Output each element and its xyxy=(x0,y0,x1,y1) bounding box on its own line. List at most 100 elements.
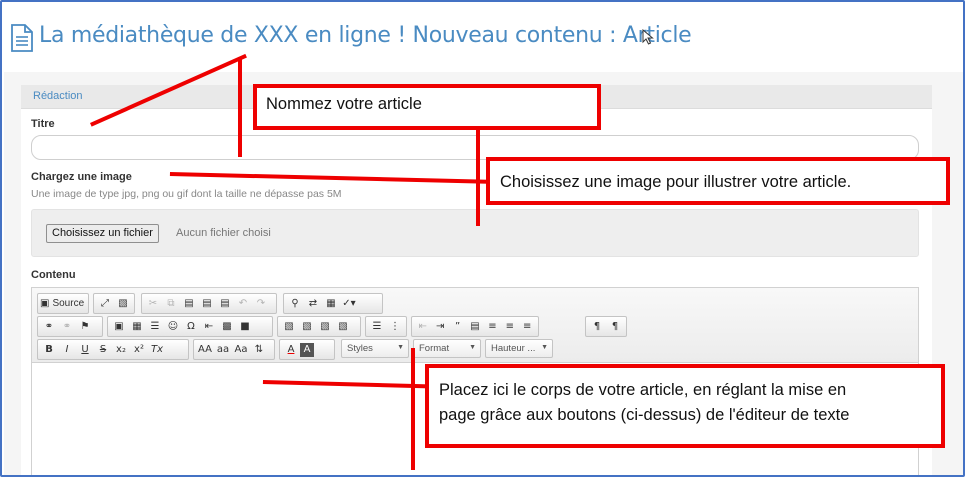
choose-file-button[interactable]: Choisissez un fichier xyxy=(46,224,159,243)
toggle-case-icon[interactable]: ⇅ xyxy=(250,341,268,358)
rtl-icon[interactable]: ¶ xyxy=(606,318,624,335)
callout-body-line-2: page grâce aux boutons (ci-dessus) de l'… xyxy=(439,406,850,424)
background-color-button[interactable]: A xyxy=(300,342,314,357)
outdent-icon[interactable]: ⇤ xyxy=(414,318,431,335)
undo-icon[interactable]: ↶ xyxy=(234,295,252,312)
table-icon[interactable]: ▦ xyxy=(128,318,146,335)
clipboard-group: ✂ ⧉ ▤ ▤ ▤ ↶ ↷ xyxy=(141,293,277,314)
styles-combo[interactable]: Styles ▼ xyxy=(341,339,409,358)
align-block-3-icon[interactable]: ▧ xyxy=(316,318,334,335)
source-button[interactable]: Source xyxy=(49,295,87,312)
unlink-icon[interactable]: ⚭ xyxy=(58,318,76,335)
align-block-2-icon[interactable]: ▧ xyxy=(298,318,316,335)
color-group: A A xyxy=(279,339,335,360)
indent-group: ⇤ ⇥ ” ▤ ≡ ≡ ≡ xyxy=(411,316,539,337)
size-combo-label: Hauteur ... xyxy=(491,343,536,354)
callout-name-article-text: Nommez votre article xyxy=(266,95,422,113)
find-icon[interactable]: ⚲ xyxy=(286,295,304,312)
find-group: ⚲ ⇄ ▦ ✓▾ xyxy=(283,293,383,314)
save-icon[interactable]: ■ xyxy=(236,318,254,335)
copy-icon[interactable]: ⧉ xyxy=(162,295,180,312)
uppercase-button[interactable]: AA xyxy=(196,341,214,358)
align-block-1-icon[interactable]: ▧ xyxy=(280,318,298,335)
remove-format-button[interactable]: Tx xyxy=(148,341,166,358)
mouse-cursor-icon xyxy=(642,29,654,45)
align-center-icon[interactable]: ≡ xyxy=(501,318,518,335)
block-group: ▧ ▧ ▧ ▧ xyxy=(277,316,361,337)
document-icon xyxy=(11,24,33,52)
annotation-line-vertical-1 xyxy=(238,57,242,157)
callout-body-line-1: Placez ici le corps de votre article, en… xyxy=(439,381,847,399)
paste-text-icon[interactable]: ▤ xyxy=(198,295,216,312)
align-right-icon[interactable]: ≡ xyxy=(519,318,536,335)
insert-group: ▣ ▦ ☰ ☺ Ω ⇤ ▩ ■ xyxy=(107,316,273,337)
file-upload-area: Choisissez un fichier Aucun fichier choi… xyxy=(31,209,919,257)
numbered-list-icon[interactable]: ☰ xyxy=(368,318,386,335)
horizontal-line-icon[interactable]: ☰ xyxy=(146,318,164,335)
bold-button[interactable]: B xyxy=(40,341,58,358)
styles-combo-label: Styles xyxy=(347,343,373,354)
file-status: Aucun fichier choisi xyxy=(176,227,271,239)
page-header: La médiathèque de XXX en ligne ! Nouveau… xyxy=(4,4,963,72)
source-icon: ▣ xyxy=(40,298,50,309)
size-combo[interactable]: Hauteur ... ▼ xyxy=(485,339,553,358)
paste-word-icon[interactable]: ▤ xyxy=(216,295,234,312)
align-block-4-icon[interactable]: ▧ xyxy=(334,318,352,335)
bullet-list-icon[interactable]: ⋮ xyxy=(386,318,404,335)
div-container-icon[interactable]: ▤ xyxy=(466,318,483,335)
align-left-icon[interactable]: ≡ xyxy=(484,318,501,335)
page-title: La médiathèque de XXX en ligne ! Nouveau… xyxy=(39,23,692,48)
content-label: Contenu xyxy=(31,269,76,281)
lowercase-button[interactable]: aa xyxy=(214,341,232,358)
anchor-flag-icon[interactable]: ⚑ xyxy=(76,318,94,335)
select-all-icon[interactable]: ▦ xyxy=(322,295,340,312)
cut-icon[interactable]: ✂ xyxy=(144,295,162,312)
format-combo-label: Format xyxy=(419,343,450,354)
underline-button[interactable]: U xyxy=(76,341,94,358)
italic-button[interactable]: I xyxy=(58,341,76,358)
subscript-button[interactable]: x₂ xyxy=(112,341,130,358)
callout-choose-image-text: Choisissez une image pour illustrer votr… xyxy=(500,173,852,191)
paste-icon[interactable]: ▤ xyxy=(180,295,198,312)
indent-icon[interactable]: ⇥ xyxy=(431,318,448,335)
case-group: AA aa Aa ⇅ xyxy=(193,339,275,360)
tab-redaction[interactable]: Rédaction xyxy=(33,90,83,102)
page-break-icon[interactable]: ⇤ xyxy=(200,318,218,335)
title-label: Titre xyxy=(31,118,55,130)
chevron-down-icon: ▼ xyxy=(541,344,548,351)
spellcheck-icon[interactable]: ✓▾ xyxy=(340,295,358,312)
special-char-icon[interactable]: Ω xyxy=(182,318,200,335)
image-icon[interactable]: ▣ xyxy=(110,318,128,335)
editor-toolbar: ▣ Source ⤢ ▧ ✂ ⧉ ▤ ▤ ▤ ↶ ↷ ⚲ ⇄ ▦ ✓▾ ⚭ ⚭ … xyxy=(32,288,918,363)
annotation-line-vertical-3 xyxy=(411,348,415,470)
replace-icon[interactable]: ⇄ xyxy=(304,295,322,312)
iframe-icon[interactable]: ▩ xyxy=(218,318,236,335)
view-group: ⤢ ▧ xyxy=(93,293,135,314)
link-group: ⚭ ⚭ ⚑ xyxy=(37,316,103,337)
image-label: Chargez une image xyxy=(31,171,132,183)
format-combo[interactable]: Format ▼ xyxy=(413,339,481,358)
annotation-line-vertical-2 xyxy=(476,128,480,226)
screenshot-frame: La médiathèque de XXX en ligne ! Nouveau… xyxy=(0,0,965,477)
callout-choose-image: Choisissez une image pour illustrer votr… xyxy=(486,157,950,205)
show-blocks-icon[interactable]: ▧ xyxy=(114,295,132,312)
smiley-icon[interactable]: ☺ xyxy=(164,318,182,335)
font-color-button[interactable]: A xyxy=(282,341,300,358)
callout-name-article: Nommez votre article xyxy=(253,84,601,130)
superscript-button[interactable]: x² xyxy=(130,341,148,358)
ltr-icon[interactable]: ¶ xyxy=(588,318,606,335)
list-group: ☰ ⋮ xyxy=(365,316,407,337)
source-group: ▣ Source xyxy=(37,293,89,314)
maximize-icon[interactable]: ⤢ xyxy=(96,295,114,312)
chevron-down-icon: ▼ xyxy=(469,344,476,351)
image-help-text: Une image de type jpg, png ou gif dont l… xyxy=(31,188,342,200)
link-icon[interactable]: ⚭ xyxy=(40,318,58,335)
text-style-group: B I U S x₂ x² Tx xyxy=(37,339,189,360)
capitalize-button[interactable]: Aa xyxy=(232,341,250,358)
redo-icon[interactable]: ↷ xyxy=(252,295,270,312)
chevron-down-icon: ▼ xyxy=(397,344,404,351)
callout-article-body: Placez ici le corps de votre article, en… xyxy=(425,364,945,448)
direction-group: ¶ ¶ xyxy=(585,316,627,337)
blockquote-icon[interactable]: ” xyxy=(449,318,466,335)
strike-button[interactable]: S xyxy=(94,341,112,358)
